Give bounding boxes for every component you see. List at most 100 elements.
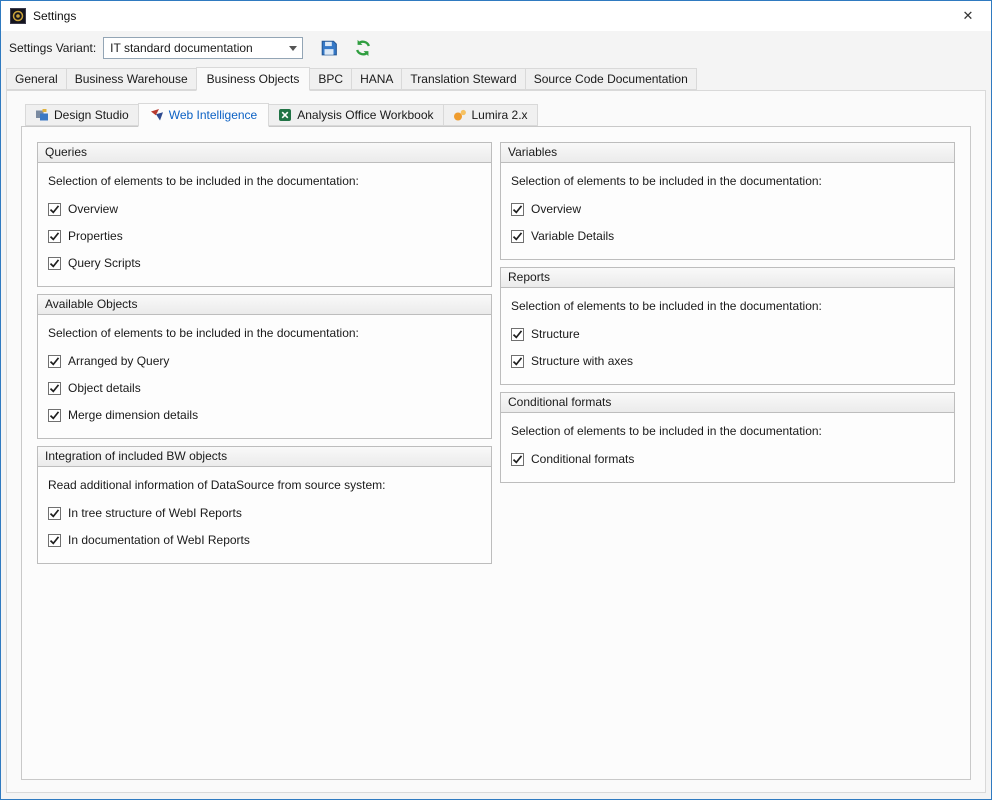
subtab-web-intelligence[interactable]: Web Intelligence <box>138 103 270 127</box>
tab-business-warehouse[interactable]: Business Warehouse <box>66 68 197 90</box>
group-header: Conditional formats <box>500 392 955 413</box>
check-icon <box>49 258 60 269</box>
check-icon <box>512 454 523 465</box>
app-icon <box>10 8 26 24</box>
tab-bpc[interactable]: BPC <box>309 68 352 90</box>
variant-label: Settings Variant: <box>9 41 96 55</box>
group-body: Selection of elements to be included in … <box>37 163 492 287</box>
checkbox-box[interactable] <box>48 257 61 270</box>
variant-value: IT standard documentation <box>110 41 284 55</box>
checkbox-merge-dimension-details[interactable]: Merge dimension details <box>48 408 481 422</box>
checkbox-label: In documentation of WebI Reports <box>68 533 250 547</box>
checkbox-box[interactable] <box>48 355 61 368</box>
checkbox-label: Variable Details <box>531 229 614 243</box>
checkbox-properties[interactable]: Properties <box>48 229 481 243</box>
subtab-lumira[interactable]: Lumira 2.x <box>443 104 538 126</box>
checkbox-label: Arranged by Query <box>68 354 169 368</box>
save-button[interactable] <box>317 36 341 60</box>
design-studio-icon <box>35 108 49 122</box>
group-description: Read additional information of DataSourc… <box>48 478 481 492</box>
sub-tab-strip: Design Studio Web Intelligence Analysis … <box>7 103 985 126</box>
group-queries: Queries Selection of elements to be incl… <box>37 142 492 287</box>
checkbox-box[interactable] <box>511 453 524 466</box>
group-header: Reports <box>500 267 955 288</box>
check-icon <box>49 204 60 215</box>
subtab-design-studio[interactable]: Design Studio <box>25 104 139 126</box>
checkbox-variable-details[interactable]: Variable Details <box>511 229 944 243</box>
check-icon <box>512 204 523 215</box>
group-body: Selection of elements to be included in … <box>500 163 955 260</box>
tab-general[interactable]: General <box>6 68 67 90</box>
checkbox-arranged-by-query[interactable]: Arranged by Query <box>48 354 481 368</box>
tab-hana[interactable]: HANA <box>351 68 402 90</box>
group-header: Queries <box>37 142 492 163</box>
checkbox-label: Object details <box>68 381 141 395</box>
checkbox-box[interactable] <box>511 355 524 368</box>
checkbox-box[interactable] <box>48 507 61 520</box>
tab-translation-steward[interactable]: Translation Steward <box>401 68 525 90</box>
group-title: Available Objects <box>45 297 138 311</box>
checkbox-box[interactable] <box>511 328 524 341</box>
checkbox-box[interactable] <box>48 203 61 216</box>
group-title: Reports <box>508 270 550 284</box>
checkbox-variables-overview[interactable]: Overview <box>511 202 944 216</box>
checkbox-overview[interactable]: Overview <box>48 202 481 216</box>
check-icon <box>49 535 60 546</box>
checkbox-structure[interactable]: Structure <box>511 327 944 341</box>
group-reports: Reports Selection of elements to be incl… <box>500 267 955 385</box>
group-body: Read additional information of DataSourc… <box>37 467 492 564</box>
checkbox-tree-structure-webi-reports[interactable]: In tree structure of WebI Reports <box>48 506 481 520</box>
variant-toolbar: Settings Variant: IT standard documentat… <box>1 31 991 65</box>
group-title: Integration of included BW objects <box>45 449 227 463</box>
close-button[interactable]: ✕ <box>945 1 991 31</box>
refresh-button[interactable] <box>351 36 375 60</box>
right-column: Variables Selection of elements to be in… <box>500 142 955 483</box>
save-icon <box>320 39 338 57</box>
checkbox-object-details[interactable]: Object details <box>48 381 481 395</box>
subtab-label: Lumira 2.x <box>472 108 528 122</box>
checkbox-box[interactable] <box>48 534 61 547</box>
checkbox-box[interactable] <box>48 382 61 395</box>
settings-variant-select[interactable]: IT standard documentation <box>103 37 303 59</box>
checkbox-box[interactable] <box>48 409 61 422</box>
group-available-objects: Available Objects Selection of elements … <box>37 294 492 439</box>
group-conditional-formats: Conditional formats Selection of element… <box>500 392 955 483</box>
tab-source-code-documentation[interactable]: Source Code Documentation <box>525 68 697 90</box>
group-description: Selection of elements to be included in … <box>48 174 481 188</box>
lumira-icon <box>453 108 467 122</box>
checkbox-label: Conditional formats <box>531 452 634 466</box>
checkbox-box[interactable] <box>511 203 524 216</box>
group-title: Conditional formats <box>508 395 611 409</box>
main-tab-strip: General Business Warehouse Business Obje… <box>1 67 991 90</box>
group-body: Selection of elements to be included in … <box>37 315 492 439</box>
title-bar: Settings ✕ <box>1 1 991 31</box>
business-objects-panel: Design Studio Web Intelligence Analysis … <box>6 90 986 793</box>
checkbox-documentation-webi-reports[interactable]: In documentation of WebI Reports <box>48 533 481 547</box>
checkbox-query-scripts[interactable]: Query Scripts <box>48 256 481 270</box>
tab-business-objects[interactable]: Business Objects <box>196 67 311 91</box>
checkbox-label: Properties <box>68 229 123 243</box>
checkbox-label: In tree structure of WebI Reports <box>68 506 242 520</box>
check-icon <box>49 231 60 242</box>
chevron-down-icon[interactable] <box>284 38 302 58</box>
check-icon <box>512 356 523 367</box>
settings-window: Settings ✕ Settings Variant: IT standard… <box>0 0 992 800</box>
group-body: Selection of elements to be included in … <box>500 413 955 483</box>
subtab-label: Analysis Office Workbook <box>297 108 433 122</box>
checkbox-box[interactable] <box>48 230 61 243</box>
subtab-analysis-office-workbook[interactable]: Analysis Office Workbook <box>268 104 443 126</box>
left-column: Queries Selection of elements to be incl… <box>37 142 492 564</box>
checkbox-structure-with-axes[interactable]: Structure with axes <box>511 354 944 368</box>
window-title: Settings <box>33 9 76 23</box>
group-description: Selection of elements to be included in … <box>511 299 944 313</box>
checkbox-box[interactable] <box>511 230 524 243</box>
analysis-office-workbook-icon <box>278 108 292 122</box>
group-header: Available Objects <box>37 294 492 315</box>
checkbox-label: Structure with axes <box>531 354 633 368</box>
group-header: Integration of included BW objects <box>37 446 492 467</box>
subtab-label: Web Intelligence <box>169 108 258 122</box>
checkbox-conditional-formats[interactable]: Conditional formats <box>511 452 944 466</box>
check-icon <box>49 508 60 519</box>
checkbox-label: Overview <box>531 202 581 216</box>
group-title: Variables <box>508 145 557 159</box>
